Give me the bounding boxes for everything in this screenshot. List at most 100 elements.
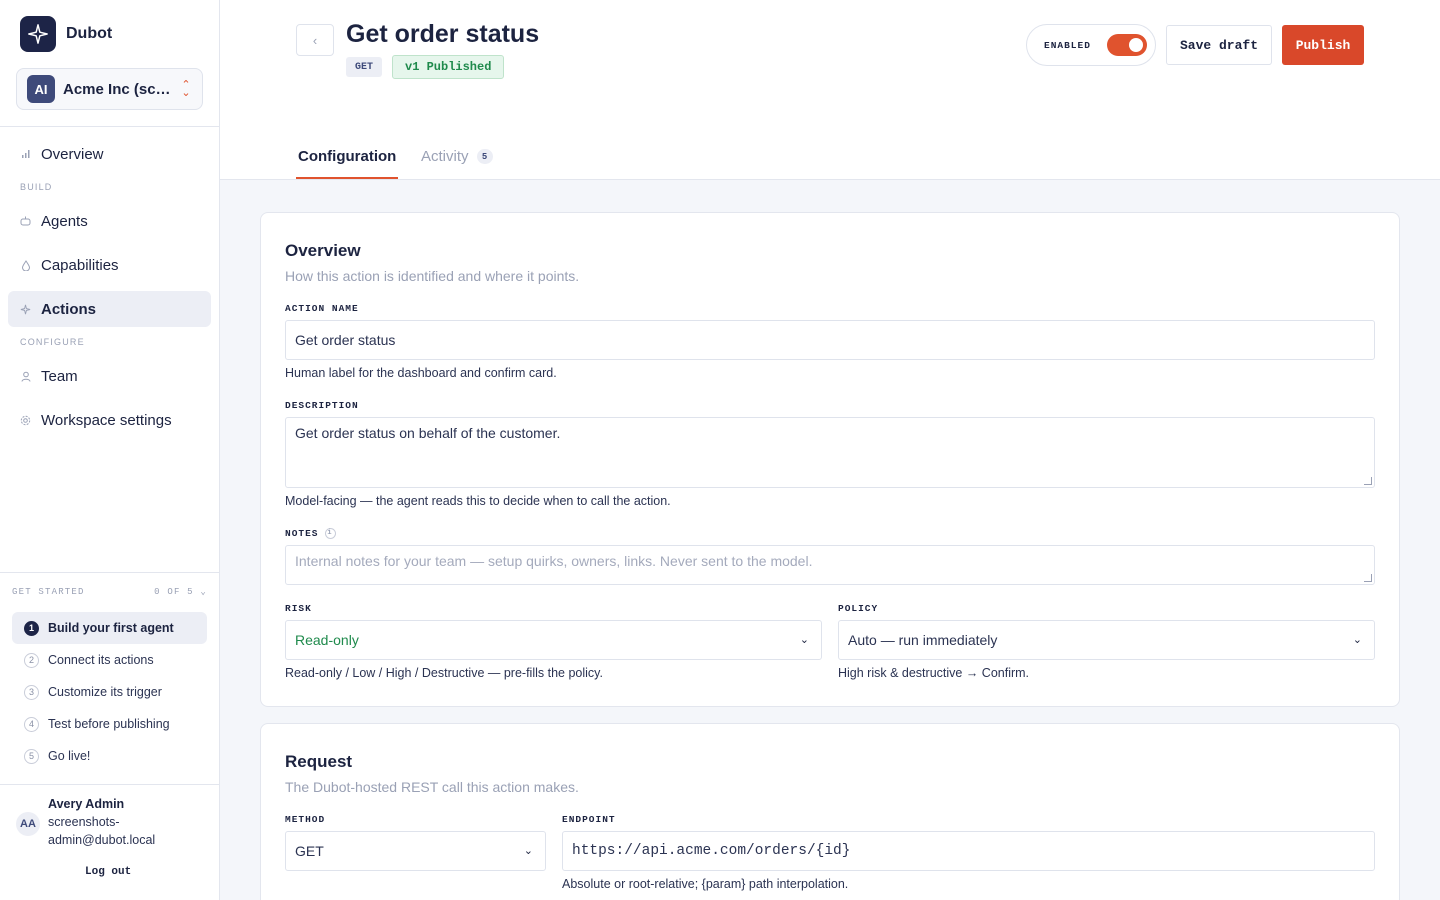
page-header: ‹ Get order status GET v1 Published ENAB…	[220, 0, 1440, 180]
sidebar-item-team[interactable]: Team	[8, 358, 211, 394]
back-button[interactable]: ‹	[296, 24, 334, 56]
step-number: 1	[24, 620, 39, 636]
sidebar-item-label: Agents	[41, 212, 88, 230]
enabled-toggle[interactable]	[1106, 34, 1147, 56]
get-started-step[interactable]: 2 Connect its actions	[12, 644, 207, 676]
enabled-toggle-group: ENABLED	[1026, 24, 1156, 66]
field-value: Get order status	[295, 332, 396, 348]
tab-label: Configuration	[298, 148, 397, 165]
notes-textarea[interactable]: Internal notes for your team — setup qui…	[285, 545, 1375, 585]
sidebar-item-label: Workspace settings	[41, 411, 172, 429]
chevron-left-icon: ‹	[312, 32, 318, 48]
workspace-switcher[interactable]: AI Acme Inc (scr... ⌃ ⌄	[16, 68, 203, 110]
sidebar-item-label: Capabilities	[41, 256, 119, 274]
divider	[0, 126, 219, 127]
get-started-step[interactable]: 4 Test before publishing	[12, 708, 207, 740]
chevron-down-icon: ⌄	[1352, 634, 1362, 646]
workspace-avatar: AI	[27, 75, 55, 103]
step-label: Connect its actions	[48, 653, 154, 667]
nav-section-build: BUILD	[20, 182, 53, 192]
drop-icon	[20, 259, 31, 271]
get-started-step[interactable]: 5 Go live!	[12, 740, 207, 772]
sparkle-logo-icon	[20, 16, 56, 52]
sidebar-item-agents[interactable]: Agents	[8, 203, 211, 239]
sidebar-item-label: Team	[41, 367, 78, 385]
step-label: Test before publishing	[48, 717, 170, 731]
page-title: Get order status	[346, 20, 540, 48]
action-name-label: ACTION NAME	[285, 303, 359, 314]
tab-count-badge: 5	[476, 149, 493, 164]
sidebar-item-label: Overview	[41, 145, 104, 163]
get-started-step[interactable]: 1 Build your first agent	[12, 612, 207, 644]
field-placeholder: Internal notes for your team — setup qui…	[295, 553, 813, 569]
enabled-label: ENABLED	[1044, 39, 1091, 51]
chevron-down-icon: ⌄	[523, 845, 533, 857]
sidebar-item-actions[interactable]: Actions	[8, 291, 211, 327]
gear-icon	[20, 415, 31, 426]
get-started-step[interactable]: 3 Customize its trigger	[12, 676, 207, 708]
risk-select[interactable]: Read-only ⌄	[285, 620, 822, 660]
chevron-down-icon: ⌄	[200, 587, 207, 597]
save-draft-button[interactable]: Save draft	[1166, 25, 1272, 65]
request-card: Request The Dubot-hosted REST call this …	[260, 723, 1400, 900]
avatar: AA	[16, 812, 40, 836]
get-started-header[interactable]: GET STARTED 0 OF 5 ⌄	[12, 587, 207, 597]
step-label: Customize its trigger	[48, 685, 162, 699]
description-textarea[interactable]: Get order status on behalf of the custom…	[285, 417, 1375, 488]
resize-handle-icon[interactable]	[1364, 574, 1372, 582]
overview-card: Overview How this action is identified a…	[260, 212, 1400, 707]
field-value: Read-only	[295, 632, 359, 648]
card-subtitle: How this action is identified and where …	[285, 268, 580, 284]
sparkle-icon	[20, 304, 31, 315]
notes-label: NOTES	[285, 528, 319, 540]
get-started-progress: 0 OF 5 ⌄	[154, 587, 207, 597]
tab-activity[interactable]: Activity 5	[421, 136, 493, 179]
field-value: https://api.acme.com/orders/{id}	[572, 843, 851, 859]
step-number: 4	[24, 716, 39, 732]
get-started-title: GET STARTED	[12, 587, 85, 597]
risk-label: RISK	[285, 603, 312, 614]
user-name: Avery Admin	[48, 797, 125, 811]
description-label: DESCRIPTION	[285, 400, 359, 411]
method-select[interactable]: GET ⌄	[285, 831, 546, 871]
card-subtitle: The Dubot-hosted REST call this action m…	[285, 779, 579, 795]
bar-chart-icon	[20, 149, 31, 160]
logout-button[interactable]: Log out	[85, 866, 131, 878]
method-label: METHOD	[285, 814, 326, 825]
sidebar: Dubot AI Acme Inc (scr... ⌃ ⌄ Overview BU…	[0, 0, 220, 900]
brand[interactable]: Dubot	[20, 16, 112, 52]
method-badge: GET	[346, 57, 383, 77]
tab-label: Activity	[421, 148, 469, 165]
chevron-down-icon: ⌄	[799, 634, 809, 646]
sidebar-item-workspace-settings[interactable]: Workspace settings	[8, 402, 211, 438]
user-email: screenshots-admin@dubot.local	[48, 815, 156, 847]
step-number: 5	[24, 748, 39, 764]
sidebar-item-label: Actions	[41, 300, 97, 318]
card-title: Overview	[285, 241, 361, 260]
field-value: Get order status on behalf of the custom…	[295, 425, 561, 441]
status-badge: v1 Published	[392, 55, 505, 79]
endpoint-input[interactable]: https://api.acme.com/orders/{id}	[562, 831, 1375, 871]
workspace-name: Acme Inc (scr...	[63, 80, 172, 98]
card-title: Request	[285, 752, 353, 771]
endpoint-label: ENDPOINT	[562, 814, 616, 825]
endpoint-help: Absolute or root-relative; {param} path …	[562, 877, 849, 891]
notes-label-row: NOTES i	[285, 528, 336, 539]
resize-handle-icon[interactable]	[1364, 477, 1372, 485]
sidebar-item-capabilities[interactable]: Capabilities	[8, 247, 211, 283]
step-label: Build your first agent	[48, 621, 174, 635]
user-icon	[20, 371, 31, 382]
info-icon[interactable]: i	[324, 528, 336, 539]
tab-configuration[interactable]: Configuration	[296, 136, 399, 179]
robot-icon	[20, 216, 31, 227]
action-name-input[interactable]: Get order status	[285, 320, 1375, 360]
publish-button[interactable]: Publish	[1282, 25, 1364, 65]
step-number: 2	[24, 652, 39, 668]
description-help: Model-facing — the agent reads this to d…	[285, 494, 671, 508]
policy-select[interactable]: Auto — run immediately ⌄	[838, 620, 1375, 660]
step-label: Go live!	[48, 749, 91, 763]
chevron-up-down-icon: ⌃ ⌄	[181, 79, 191, 99]
sidebar-item-overview[interactable]: Overview	[8, 136, 211, 172]
field-value: GET	[295, 843, 324, 859]
step-number: 3	[24, 684, 39, 700]
